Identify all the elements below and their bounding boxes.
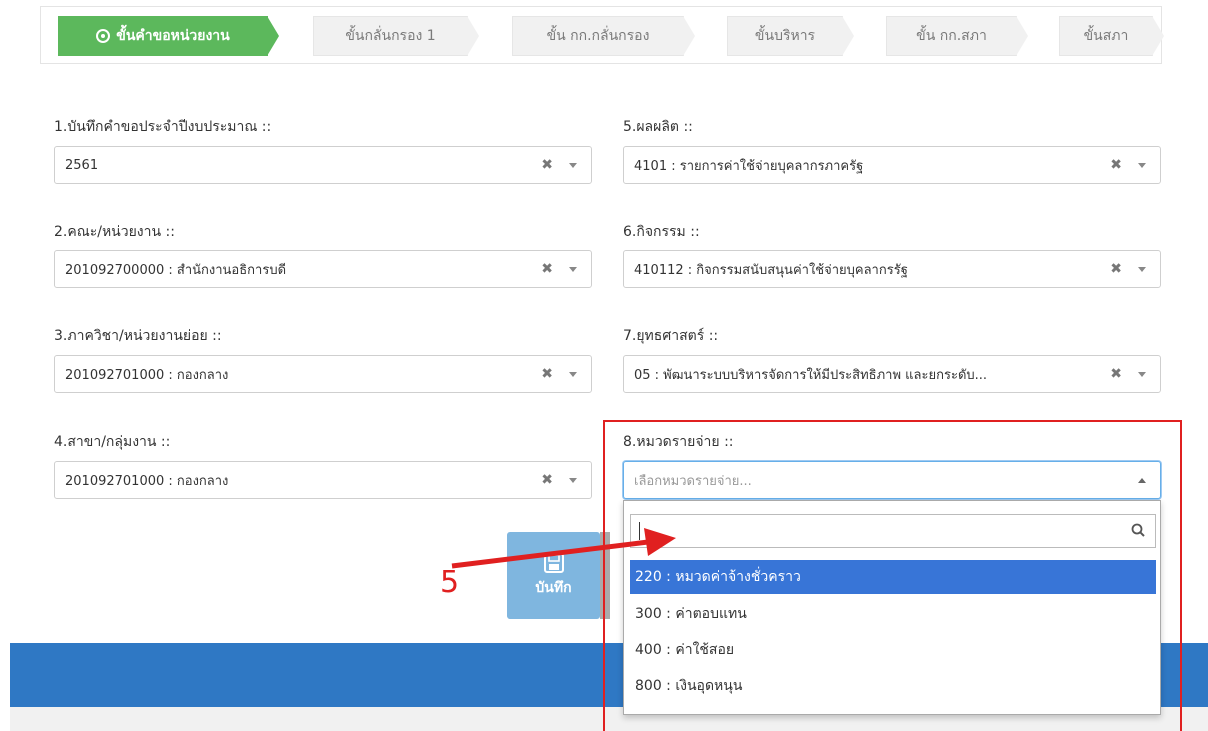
step-unit-request[interactable]: ขั้นคำขอหน่วยงาน xyxy=(58,16,279,56)
clear-icon[interactable]: ✖ xyxy=(1110,366,1122,382)
strategy-value: 05 : พัฒนาระบบบริหารจัดการให้มีประสิทธิภ… xyxy=(634,367,988,383)
step-council-committee[interactable]: ขั้น กก.สภา xyxy=(886,16,1028,56)
fiscal-year-value: 2561 xyxy=(65,157,99,173)
fiscal-year-select[interactable]: 2561 ✖ xyxy=(54,146,592,184)
activity-select[interactable]: 410112 : กิจกรรมสนับสนุนค่าใช้จ่ายบุคลาก… xyxy=(623,250,1161,288)
annotation-box xyxy=(603,420,1182,731)
faculty-value: 201092700000 : สำนักงานอธิการบดี xyxy=(65,262,287,278)
step-council[interactable]: ขั้นสภา xyxy=(1059,16,1164,56)
section-label: 4.สาขา/กลุ่มงาน :: xyxy=(54,434,171,450)
step-executive[interactable]: ขั้นบริหาร xyxy=(727,16,854,56)
step-label: ขั้น กก.สภา xyxy=(916,28,987,44)
section-value: 201092701000 : กองกลาง xyxy=(65,473,229,489)
output-value: 4101 : รายการค่าใช้จ่ายบุคลากรภาครัฐ xyxy=(634,158,864,174)
workflow-stepper: ขั้นคำขอหน่วยงาน ขั้นกลั่นกรอง 1 ขั้น กก… xyxy=(40,6,1164,64)
department-select[interactable]: 201092701000 : กองกลาง ✖ xyxy=(54,355,592,393)
chevron-down-icon[interactable] xyxy=(1138,267,1146,272)
faculty-select[interactable]: 201092700000 : สำนักงานอธิการบดี ✖ xyxy=(54,250,592,288)
strategy-label: 7.ยุทธศาสตร์ :: xyxy=(623,328,719,344)
faculty-label: 2.คณะ/หน่วยงาน :: xyxy=(54,224,175,240)
step-label: ขั้นกลั่นกรอง 1 xyxy=(345,28,436,44)
activity-value: 410112 : กิจกรรมสนับสนุนค่าใช้จ่ายบุคลาก… xyxy=(634,262,908,278)
chevron-down-icon[interactable] xyxy=(1138,372,1146,377)
chevron-down-icon[interactable] xyxy=(569,478,577,483)
step-label: ขั้นบริหาร xyxy=(754,28,816,44)
chevron-down-icon[interactable] xyxy=(569,372,577,377)
annotation-arrow-icon xyxy=(451,528,676,569)
step-label: ขั้นคำขอหน่วยงาน xyxy=(116,28,230,44)
department-label: 3.ภาควิชา/หน่วยงานย่อย :: xyxy=(54,328,222,344)
output-select[interactable]: 4101 : รายการค่าใช้จ่ายบุคลากรภาครัฐ ✖ xyxy=(623,146,1161,184)
step-screen-1[interactable]: ขั้นกลั่นกรอง 1 xyxy=(313,16,479,56)
output-label: 5.ผลผลิต :: xyxy=(623,119,693,135)
fiscal-year-label: 1.บันทึกคำขอประจำปีงบประมาณ :: xyxy=(54,119,272,135)
step-label: ขั้นสภา xyxy=(1083,28,1129,44)
chevron-down-icon[interactable] xyxy=(1138,163,1146,168)
clear-icon[interactable]: ✖ xyxy=(541,472,553,488)
step-label: ขั้น กก.กลั่นกรอง xyxy=(546,28,650,44)
step-screen-committee[interactable]: ขั้น กก.กลั่นกรอง xyxy=(512,16,695,56)
department-value: 201092701000 : กองกลาง xyxy=(65,367,229,383)
section-select[interactable]: 201092701000 : กองกลาง ✖ xyxy=(54,461,592,499)
strategy-select[interactable]: 05 : พัฒนาระบบบริหารจัดการให้มีประสิทธิภ… xyxy=(623,355,1161,393)
clear-icon[interactable]: ✖ xyxy=(1110,261,1122,277)
clear-icon[interactable]: ✖ xyxy=(541,261,553,277)
clear-icon[interactable]: ✖ xyxy=(541,157,553,173)
activity-label: 6.กิจกรรม :: xyxy=(623,224,700,240)
clear-icon[interactable]: ✖ xyxy=(541,366,553,382)
circle-dot-icon xyxy=(96,29,111,43)
clear-icon[interactable]: ✖ xyxy=(1110,157,1122,173)
chevron-down-icon[interactable] xyxy=(569,267,577,272)
chevron-down-icon[interactable] xyxy=(569,163,577,168)
